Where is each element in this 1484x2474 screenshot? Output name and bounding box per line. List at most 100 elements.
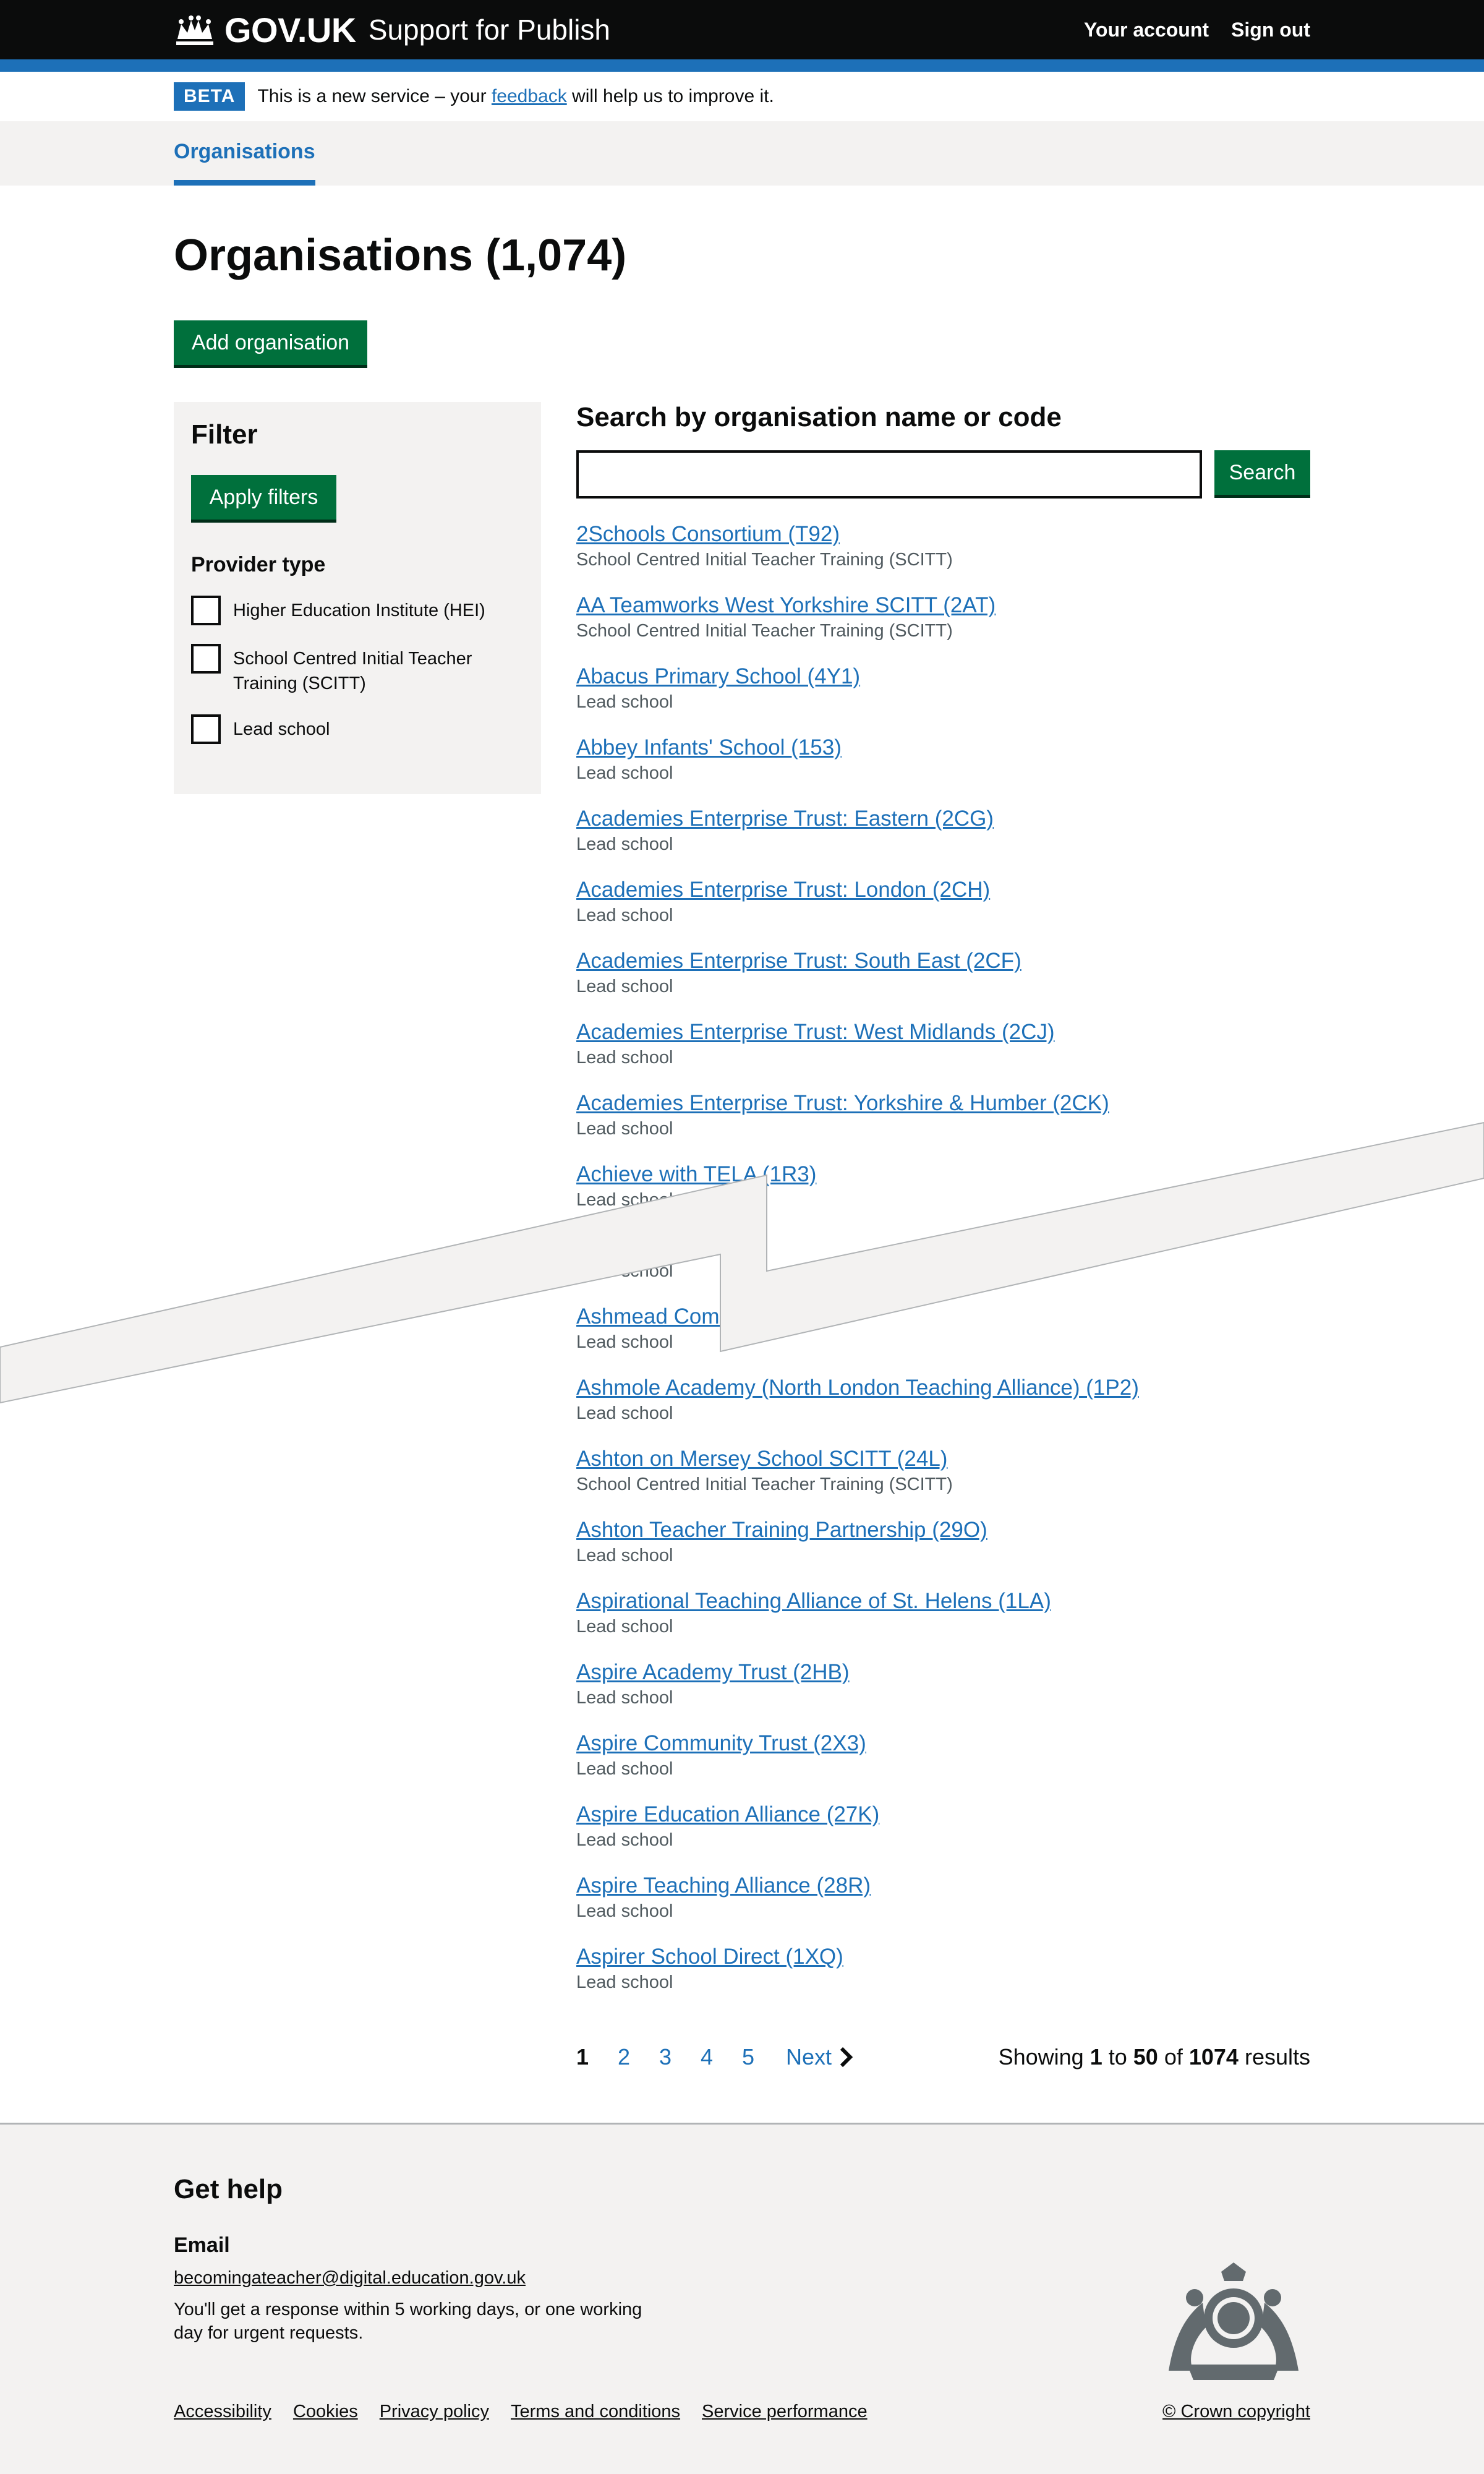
- organisation-type: Lead school: [576, 1972, 673, 1992]
- privacy-policy-link[interactable]: Privacy policy: [380, 2402, 489, 2422]
- organisation-type: Lead school: [576, 1901, 673, 1921]
- organisation-link[interactable]: Academies Enterprise Trust: West Midland…: [576, 1019, 1310, 1046]
- organisation-type: Lead school: [576, 1119, 673, 1139]
- list-item: Academies Enterprise Trust: West Midland…: [576, 1019, 1310, 1090]
- service-name[interactable]: Support for Publish: [369, 13, 610, 46]
- organisation-link[interactable]: Aspire Education Alliance (27K): [576, 1801, 1310, 1828]
- beta-tag: BETA: [174, 82, 245, 111]
- nav-item-organisations[interactable]: Organisations: [174, 140, 315, 164]
- crown-copyright-link[interactable]: © Crown copyright: [1162, 2402, 1310, 2422]
- organisation-link[interactable]: Ashmole Academy (North London Teaching A…: [576, 1374, 1310, 1402]
- add-organisation-button[interactable]: Add organisation: [174, 320, 367, 365]
- list-item: Ashton Teacher Training Partnership (29O…: [576, 1517, 1310, 1588]
- phase-banner: BETA This is a new service – your feedba…: [174, 72, 1310, 121]
- header-nav: Your account Sign out: [1084, 19, 1310, 41]
- organisation-link[interactable]: AA Teamworks West Yorkshire SCITT (2AT): [576, 592, 1310, 619]
- list-item: AA Teamworks West Yorkshire SCITT (2AT) S…: [576, 592, 1310, 663]
- list-item: Abbey Infants' School (153) Lead school: [576, 734, 1310, 805]
- organisation-link[interactable]: …ool (2FD): [576, 1232, 1310, 1259]
- organisation-type: School Centred Initial Teacher Training …: [576, 621, 953, 641]
- organisation-link[interactable]: Ashton Teacher Training Partnership (29O…: [576, 1517, 1310, 1544]
- page-link-4[interactable]: 4: [701, 2044, 742, 2070]
- organisation-link[interactable]: Aspire Teaching Alliance (28R): [576, 1872, 1310, 1899]
- organisation-type: Lead school: [576, 1688, 673, 1708]
- organisation-link[interactable]: Abbey Infants' School (153): [576, 734, 1310, 761]
- organisation-type: Lead school: [576, 1617, 673, 1637]
- apply-filters-button[interactable]: Apply filters: [191, 475, 336, 520]
- response-time-text: You'll get a response within 5 working d…: [174, 2300, 642, 2343]
- organisation-type: Lead school: [576, 977, 673, 996]
- organisation-type: Lead school: [576, 1546, 673, 1565]
- service-performance-link[interactable]: Service performance: [702, 2402, 868, 2422]
- next-page-link[interactable]: Next: [786, 2044, 854, 2070]
- list-item: 2Schools Consortium (T92) School Centred …: [576, 521, 1310, 592]
- organisation-type: School Centred Initial Teacher Training …: [576, 550, 953, 570]
- organisation-type: Lead school: [576, 1830, 673, 1850]
- govuk-logo-link[interactable]: GOV.UK: [224, 10, 356, 50]
- support-email-link[interactable]: becomingateacher@digital.education.gov.u…: [174, 2268, 526, 2288]
- terms-and-conditions-link[interactable]: Terms and conditions: [511, 2402, 680, 2422]
- results-count: Showing 1 to 50 of 1074 results: [998, 2044, 1310, 2070]
- checkbox-hei[interactable]: Higher Education Institute (HEI): [191, 596, 524, 625]
- crown-icon: [176, 15, 213, 45]
- nav-active-indicator: [174, 180, 315, 186]
- list-item: Aspire Academy Trust (2HB) Lead school: [576, 1659, 1310, 1730]
- organisation-link[interactable]: Aspirational Teaching Alliance of St. He…: [576, 1588, 1310, 1615]
- your-account-link[interactable]: Your account: [1084, 19, 1209, 41]
- filter-panel: Filter Apply filters Provider type Highe…: [174, 402, 541, 794]
- list-item: Aspire Community Trust (2X3) Lead school: [576, 1730, 1310, 1801]
- checkbox-label: School Centred Initial Teacher Training …: [233, 649, 472, 693]
- list-item: Ashmead Com… Lead school: [576, 1303, 1310, 1374]
- organisation-link[interactable]: 2Schools Consortium (T92): [576, 521, 1310, 548]
- organisation-type: Lead school: [576, 763, 673, 783]
- organisation-link[interactable]: Academies Enterprise Trust: Eastern (2CG…: [576, 805, 1310, 833]
- organisation-type: Lead school: [576, 834, 673, 854]
- royal-coat-of-arms-icon: [1169, 2262, 1298, 2380]
- organisation-link[interactable]: Aspire Community Trust (2X3): [576, 1730, 1310, 1757]
- footer-email-heading: Email: [174, 2233, 230, 2257]
- pagination: 12345 Next Showing 1 to 50 of 1074 resul…: [576, 2039, 1310, 2076]
- search-button[interactable]: Search: [1214, 450, 1310, 495]
- checkbox-box[interactable]: [191, 644, 221, 674]
- checkbox-lead-school[interactable]: Lead school: [191, 714, 524, 744]
- checkbox-box[interactable]: [191, 714, 221, 744]
- header-blue-bar: [0, 59, 1484, 72]
- footer-heading: Get help: [174, 2174, 283, 2204]
- list-item: Aspirer School Direct (1XQ) Lead school: [576, 1943, 1310, 2014]
- organisation-link[interactable]: Academies Enterprise Trust: South East (…: [576, 948, 1310, 975]
- list-item: Academies Enterprise Trust: London (2CH)…: [576, 876, 1310, 948]
- site-footer: Get help Email becomingateacher@digital.…: [0, 2123, 1484, 2474]
- organisation-link[interactable]: Ashton on Mersey School SCITT (24L): [576, 1445, 1310, 1473]
- search-input[interactable]: [576, 450, 1202, 499]
- checkbox-label: Higher Education Institute (HEI): [233, 601, 485, 620]
- beta-text: This is a new service – your feedback wi…: [257, 86, 774, 106]
- cookies-link[interactable]: Cookies: [293, 2402, 358, 2422]
- list-item: Abacus Primary School (4Y1) Lead school: [576, 663, 1310, 734]
- organisation-link[interactable]: Academies Enterprise Trust: Yorkshire & …: [576, 1090, 1310, 1117]
- chevron-right-icon: [840, 2047, 853, 2068]
- footer-links: Accessibility Cookies Privacy policy Ter…: [174, 2402, 868, 2422]
- primary-navigation: Organisations: [0, 121, 1484, 186]
- feedback-link[interactable]: feedback: [492, 86, 567, 106]
- accessibility-link[interactable]: Accessibility: [174, 2402, 271, 2422]
- organisation-type: Lead school: [576, 1759, 673, 1779]
- search-heading: Search by organisation name or code: [576, 402, 1062, 432]
- organisation-link[interactable]: Achieve with TELA (1R3): [576, 1161, 1310, 1188]
- page-link-2[interactable]: 2: [618, 2044, 659, 2070]
- list-item: Aspire Teaching Alliance (28R) Lead schoo…: [576, 1872, 1310, 1943]
- checkbox-box[interactable]: [191, 596, 221, 625]
- list-item: …ool (2FD) Lead school: [576, 1232, 1310, 1303]
- organisation-link[interactable]: Aspirer School Direct (1XQ): [576, 1943, 1310, 1971]
- organisation-link[interactable]: Academies Enterprise Trust: London (2CH): [576, 876, 1310, 904]
- filter-title: Filter: [191, 419, 258, 450]
- organisation-link[interactable]: Ashmead Com…: [576, 1303, 1310, 1330]
- list-item: Ashton on Mersey School SCITT (24L) Schoo…: [576, 1445, 1310, 1517]
- page-link-5[interactable]: 5: [742, 2044, 783, 2070]
- page-link-3[interactable]: 3: [659, 2044, 701, 2070]
- sign-out-link[interactable]: Sign out: [1231, 19, 1310, 41]
- page-link-1[interactable]: 1: [576, 2044, 618, 2070]
- results-list: 2Schools Consortium (T92) School Centred …: [576, 521, 1310, 2014]
- checkbox-scitt[interactable]: School Centred Initial Teacher Training …: [191, 644, 524, 696]
- organisation-link[interactable]: Aspire Academy Trust (2HB): [576, 1659, 1310, 1686]
- organisation-link[interactable]: Abacus Primary School (4Y1): [576, 663, 1310, 690]
